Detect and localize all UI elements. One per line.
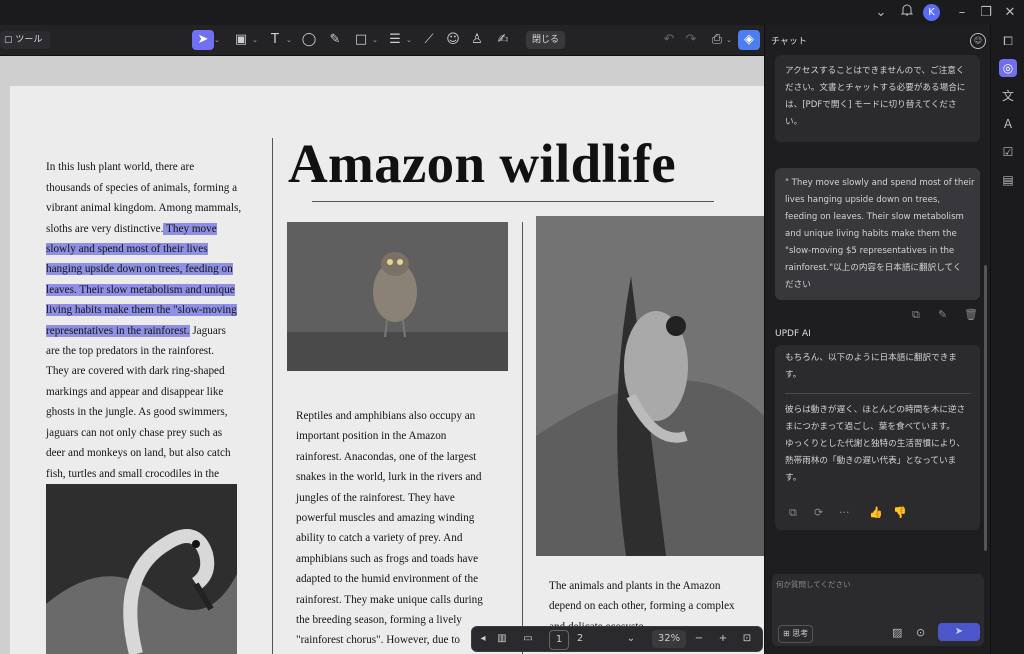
highlighted-text[interactable]: slowly and spend most of their lives bbox=[46, 243, 208, 256]
select-tool-icon[interactable]: ➤ bbox=[192, 30, 214, 50]
document-view[interactable]: In this lush plant world, there are thou… bbox=[0, 56, 764, 654]
shape-icon[interactable]: □ bbox=[350, 30, 372, 50]
chevron-down-icon[interactable]: ⌄ bbox=[372, 36, 378, 44]
highlighted-text[interactable]: representatives in the rainforest. bbox=[46, 324, 190, 337]
chevron-down-icon[interactable]: ⌄ bbox=[406, 36, 412, 44]
left-column-text[interactable]: In this lush plant world, there are thou… bbox=[46, 137, 261, 504]
undo-icon[interactable]: ↶ bbox=[658, 30, 680, 50]
think-toggle[interactable]: ⊞ 思考 bbox=[778, 625, 814, 643]
form-icon[interactable]: ☰ bbox=[384, 30, 406, 50]
send-button[interactable]: ➤ bbox=[938, 623, 980, 641]
title-bar: ⌄ K – ❐ ✕ bbox=[0, 0, 1024, 25]
more-icon[interactable]: ··· bbox=[839, 506, 850, 519]
user-message: " They move slowly and spend most of the… bbox=[775, 168, 980, 300]
highlighted-text[interactable]: leaves. Their slow metabolism and unique bbox=[46, 283, 235, 296]
restore-icon[interactable]: ❐ bbox=[977, 4, 995, 22]
chevron-down-icon[interactable]: ⌄ bbox=[726, 36, 732, 44]
chat-scrollbar[interactable] bbox=[984, 265, 987, 551]
previous-ai-message: アクセスすることはできませんので、ご注意く ださい。文書とチャットする必要がある… bbox=[775, 55, 980, 142]
column-divider bbox=[272, 138, 273, 654]
redo-icon[interactable]: ↷ bbox=[680, 30, 702, 50]
zoom-level[interactable]: 32% bbox=[652, 630, 686, 648]
image-attach-icon[interactable]: ▨ bbox=[892, 626, 902, 639]
comment-icon[interactable]: ◯ bbox=[298, 30, 320, 50]
left-text-end: are the top predators in the rainforest.… bbox=[46, 345, 231, 500]
ocr-icon[interactable]: A bbox=[999, 115, 1017, 133]
highlighted-text[interactable]: hanging upside down on trees, feeding on bbox=[46, 263, 233, 276]
divider bbox=[785, 393, 971, 394]
signature-icon[interactable]: ✍ bbox=[492, 30, 514, 50]
ai-chat-icon[interactable]: ◎ bbox=[999, 59, 1017, 77]
think-label: 思考 bbox=[792, 629, 809, 638]
user-message-text: " They move slowly and spend most of the… bbox=[785, 178, 975, 290]
middle-column-text[interactable]: Reptiles and amphibians also occupy an i… bbox=[296, 406, 516, 651]
right-rail: ⧠ ◎ 文 A ☑ ▤ bbox=[990, 25, 1024, 654]
ai-intro-text: もちろん、以下のように日本語に翻訳できま す。 bbox=[785, 353, 957, 380]
thumbs-up-icon[interactable]: 👍 bbox=[869, 506, 883, 519]
ai-translation-text: 彼らは動きが遅く、ほとんどの時間を木に逆さ まにつかまって過ごし、葉を食べていま… bbox=[785, 405, 966, 483]
zoom-in-icon[interactable]: + bbox=[716, 630, 730, 648]
thumbs-down-icon[interactable]: 👎 bbox=[893, 506, 907, 519]
previous-ai-text: アクセスすることはできませんので、ご注意く ださい。文書とチャットする必要がある… bbox=[785, 66, 966, 127]
document-title[interactable]: Amazon wildlife bbox=[288, 132, 676, 195]
page-layout-icon[interactable]: ▥ bbox=[494, 630, 510, 648]
delete-icon[interactable]: 🗑 bbox=[964, 308, 978, 321]
chat-input-placeholder[interactable]: 何か質問してください bbox=[776, 579, 851, 590]
copy-icon[interactable]: ⧉ bbox=[912, 308, 920, 322]
pen-icon[interactable]: ✎ bbox=[324, 30, 346, 50]
save-icon[interactable]: ⎙ bbox=[706, 30, 728, 50]
layers-icon[interactable]: ▤ bbox=[999, 171, 1017, 189]
minimize-icon[interactable]: – bbox=[953, 4, 971, 22]
chevron-down-icon[interactable]: ⌄ bbox=[252, 36, 258, 44]
chat-title: チャット bbox=[771, 37, 807, 47]
main-toolbar: ▢ ツール ➤ ⌄ ▣ ⌄ T ⌄ ◯ ✎ □ ⌄ ☰ ⌄ ⟋ ☺ ♙ ✍ 閉じ… bbox=[0, 25, 764, 56]
title-rule bbox=[312, 201, 714, 202]
tools-button[interactable]: ▢ ツール bbox=[0, 31, 51, 49]
chat-settings-icon[interactable]: ☺ bbox=[970, 33, 986, 49]
chevron-down-icon[interactable]: ⌄ bbox=[214, 36, 220, 44]
presentation-icon[interactable]: ▭ bbox=[520, 630, 536, 648]
copy-icon[interactable]: ⧉ bbox=[789, 506, 797, 520]
ai-assistant-icon[interactable]: ◈ bbox=[738, 30, 760, 50]
bell-icon[interactable] bbox=[898, 4, 916, 22]
highlighted-text[interactable]: living habits make them the "slow-moving bbox=[46, 304, 237, 317]
stamp-icon[interactable]: ♙ bbox=[466, 30, 488, 50]
page-1-button[interactable]: 1 bbox=[549, 630, 569, 650]
tools-label: ツール bbox=[15, 35, 43, 45]
column-divider bbox=[522, 222, 523, 654]
book-add-icon[interactable]: ⧠ bbox=[999, 32, 1017, 50]
page-navigation-bar: ◂ ▥ ▭ 1 2 ⌄ 32% − + ⊡ bbox=[471, 626, 763, 652]
avatar[interactable]: K bbox=[923, 4, 940, 21]
collapse-icon[interactable]: ◂ bbox=[477, 630, 489, 648]
highlighted-text[interactable]: They move bbox=[163, 222, 217, 235]
chevron-down-icon[interactable]: ⌄ bbox=[286, 36, 292, 44]
edit-icon[interactable]: ✎ bbox=[938, 308, 947, 321]
zoom-out-icon[interactable]: − bbox=[692, 630, 706, 648]
owl-image bbox=[287, 222, 508, 371]
page-2-button[interactable]: 2 bbox=[572, 630, 588, 648]
text-tool-icon[interactable]: T bbox=[264, 30, 286, 50]
ai-response: もちろん、以下のように日本語に翻訳できま す。 彼らは動きが遅く、ほとんどの時間… bbox=[775, 345, 980, 530]
flamingo-image bbox=[46, 484, 237, 654]
highlighter-icon[interactable]: ⟋ bbox=[418, 30, 440, 50]
chevron-down-icon[interactable]: ⌄ bbox=[624, 630, 638, 648]
ai-label: UPDF AI bbox=[775, 329, 811, 339]
page-view-icon[interactable]: ▣ bbox=[230, 30, 252, 50]
form-edit-icon[interactable]: ☑ bbox=[999, 143, 1017, 161]
close-edit-button[interactable]: 閉じる bbox=[526, 31, 566, 49]
frog-image bbox=[536, 216, 764, 556]
translate-icon[interactable]: 文 bbox=[999, 87, 1017, 105]
sticker-icon[interactable]: ☺ bbox=[442, 30, 464, 50]
chevron-down-icon[interactable]: ⌄ bbox=[872, 4, 890, 22]
fit-page-icon[interactable]: ⊡ bbox=[740, 630, 754, 648]
close-icon[interactable]: ✕ bbox=[1001, 4, 1019, 22]
left-text-continued: Jaguars bbox=[189, 324, 226, 337]
regenerate-icon[interactable]: ⟳ bbox=[814, 506, 823, 519]
screenshot-icon[interactable]: ⊙ bbox=[916, 626, 925, 639]
